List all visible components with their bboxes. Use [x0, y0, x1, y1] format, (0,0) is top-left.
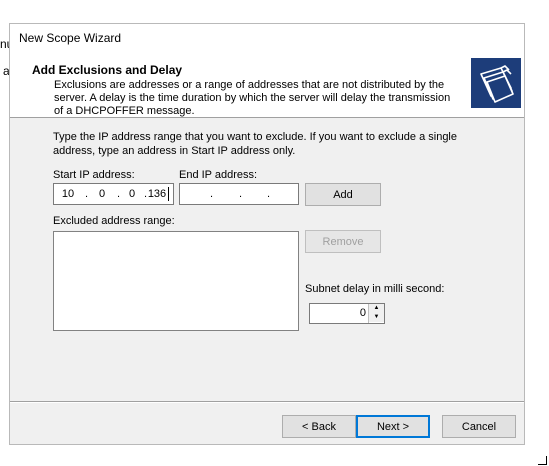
spin-buttons: ▲ ▼	[368, 304, 384, 323]
page-description: Exclusions are addresses or a range of a…	[54, 79, 451, 117]
resize-grip-icon[interactable]	[538, 456, 547, 465]
wizard-header: Add Exclusions and Delay Exclusions are …	[10, 54, 524, 118]
page-title: Add Exclusions and Delay	[32, 63, 183, 77]
excluded-range-label: Excluded address range:	[53, 215, 175, 227]
title-bar[interactable]: New Scope Wizard	[10, 24, 524, 54]
wizard-window: New Scope Wizard Add Exclusions and Dela…	[9, 23, 525, 445]
start-ip-label: Start IP address:	[53, 169, 135, 181]
end-ip-input[interactable]: . . .	[179, 183, 299, 205]
start-ip-input[interactable]: 10 . 0 . 0 . 136	[53, 183, 174, 205]
folders-icon	[471, 58, 521, 108]
footer-divider	[10, 401, 524, 403]
end-ip-label: End IP address:	[179, 169, 258, 181]
ip-dot: .	[85, 188, 89, 200]
ip-dot: .	[117, 188, 121, 200]
ip-dot: .	[210, 188, 214, 200]
subnet-delay-stepper[interactable]: 0 ▲ ▼	[309, 303, 385, 324]
cancel-button[interactable]: Cancel	[442, 415, 516, 438]
instructions-text: Type the IP address range that you want …	[53, 131, 457, 157]
window-title: New Scope Wizard	[19, 31, 122, 45]
back-button[interactable]: < Back	[282, 415, 356, 438]
start-ip-octet-4[interactable]: 136	[147, 188, 167, 200]
spin-down-arrow-icon[interactable]: ▼	[369, 313, 384, 322]
start-ip-octet-3[interactable]: 0	[122, 188, 142, 200]
text-caret	[168, 187, 169, 201]
ip-dot: .	[239, 188, 243, 200]
start-ip-octet-2[interactable]: 0	[92, 188, 112, 200]
start-ip-octet-1[interactable]: 10	[58, 188, 78, 200]
excluded-range-list[interactable]	[53, 231, 299, 331]
remove-button[interactable]: Remove	[305, 230, 381, 253]
ip-dot: .	[267, 188, 271, 200]
subnet-delay-label: Subnet delay in milli second:	[305, 283, 445, 295]
next-button[interactable]: Next >	[356, 415, 430, 438]
add-button[interactable]: Add	[305, 183, 381, 206]
subnet-delay-value[interactable]: 0	[360, 307, 366, 319]
